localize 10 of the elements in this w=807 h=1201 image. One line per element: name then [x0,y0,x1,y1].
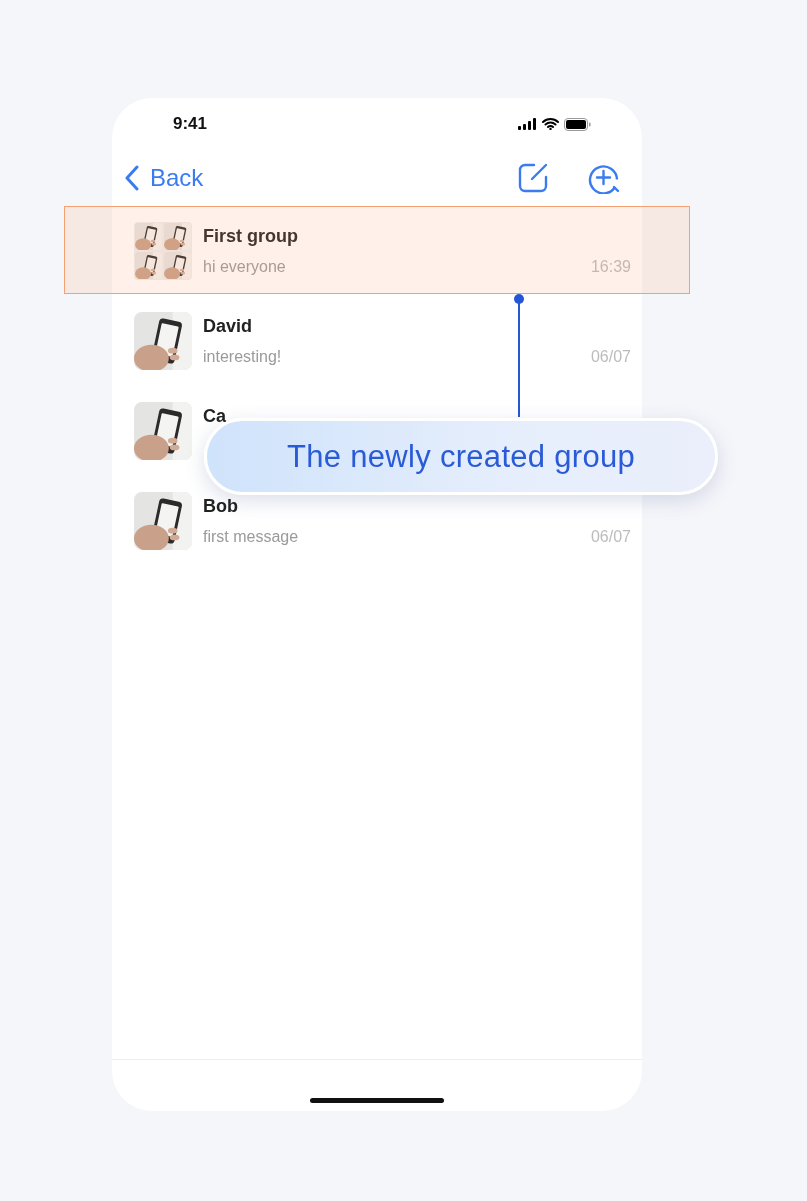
message-time: 16:39 [590,257,631,276]
chat-name: First group [203,225,299,246]
last-message: first message [203,527,299,546]
message-time: 06/07 [590,527,631,546]
last-message: interesting! [203,347,282,366]
last-message: hi everyone [203,257,286,276]
chat-name: Bob [203,495,239,516]
message-time: 06/07 [590,347,631,366]
status-time: 9:41 [173,114,208,134]
chat-name: David [203,315,254,336]
